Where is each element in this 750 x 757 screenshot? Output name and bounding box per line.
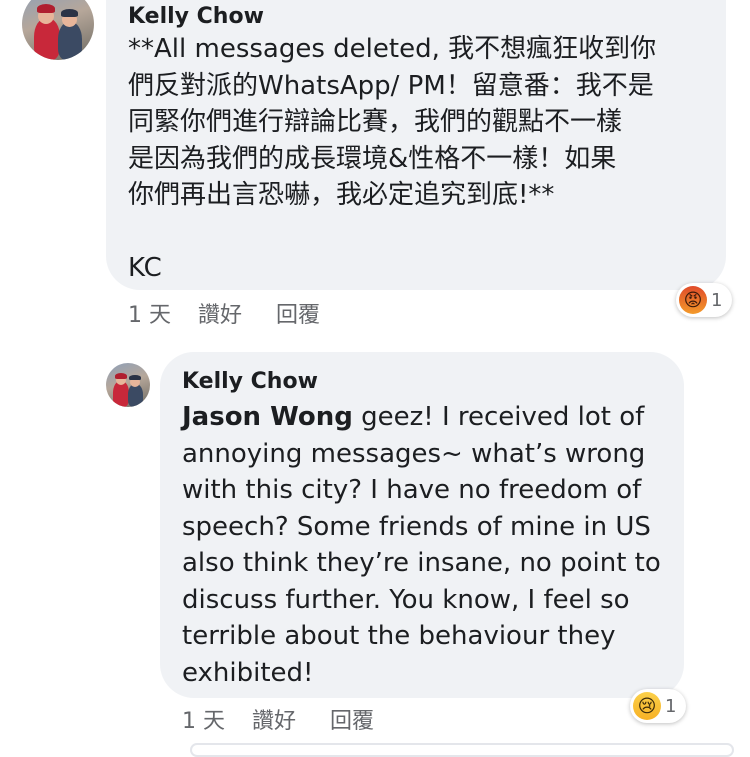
like-button[interactable]: 讚好 bbox=[198, 297, 242, 329]
sad-reaction-icon: 😢 bbox=[633, 692, 661, 720]
next-comment-edge bbox=[190, 743, 734, 757]
reaction-count: 1 bbox=[711, 289, 723, 311]
comment-text: **All messages deleted, 我不想瘋狂收到你 們反對派的Wh… bbox=[128, 34, 657, 283]
reaction-summary[interactable]: 😡 1 bbox=[676, 283, 733, 317]
reply-button[interactable]: 回覆 bbox=[330, 703, 374, 735]
reaction-summary[interactable]: 😢 1 bbox=[630, 689, 687, 723]
mention-link[interactable]: Jason Wong bbox=[182, 402, 353, 432]
comment-text: Jason Wong geez! I received lot of annoy… bbox=[182, 399, 682, 691]
comment-actions: 1 天 讚好 回覆 bbox=[128, 297, 368, 328]
reply-button[interactable]: 回覆 bbox=[276, 297, 320, 329]
comment-author[interactable]: Kelly Chow bbox=[182, 369, 318, 394]
angry-reaction-icon: 😡 bbox=[679, 286, 707, 314]
like-button[interactable]: 讚好 bbox=[252, 703, 296, 735]
avatar[interactable] bbox=[22, 0, 94, 60]
comment-actions: 1 天 讚好 回覆 bbox=[182, 703, 422, 734]
comment-timestamp[interactable]: 1 天 bbox=[128, 297, 171, 329]
comment-body: geez! I received lot of annoying message… bbox=[182, 402, 661, 688]
comment-author[interactable]: Kelly Chow bbox=[128, 4, 264, 29]
comment-timestamp[interactable]: 1 天 bbox=[182, 703, 225, 735]
reaction-count: 1 bbox=[665, 695, 677, 717]
avatar[interactable] bbox=[106, 363, 150, 407]
